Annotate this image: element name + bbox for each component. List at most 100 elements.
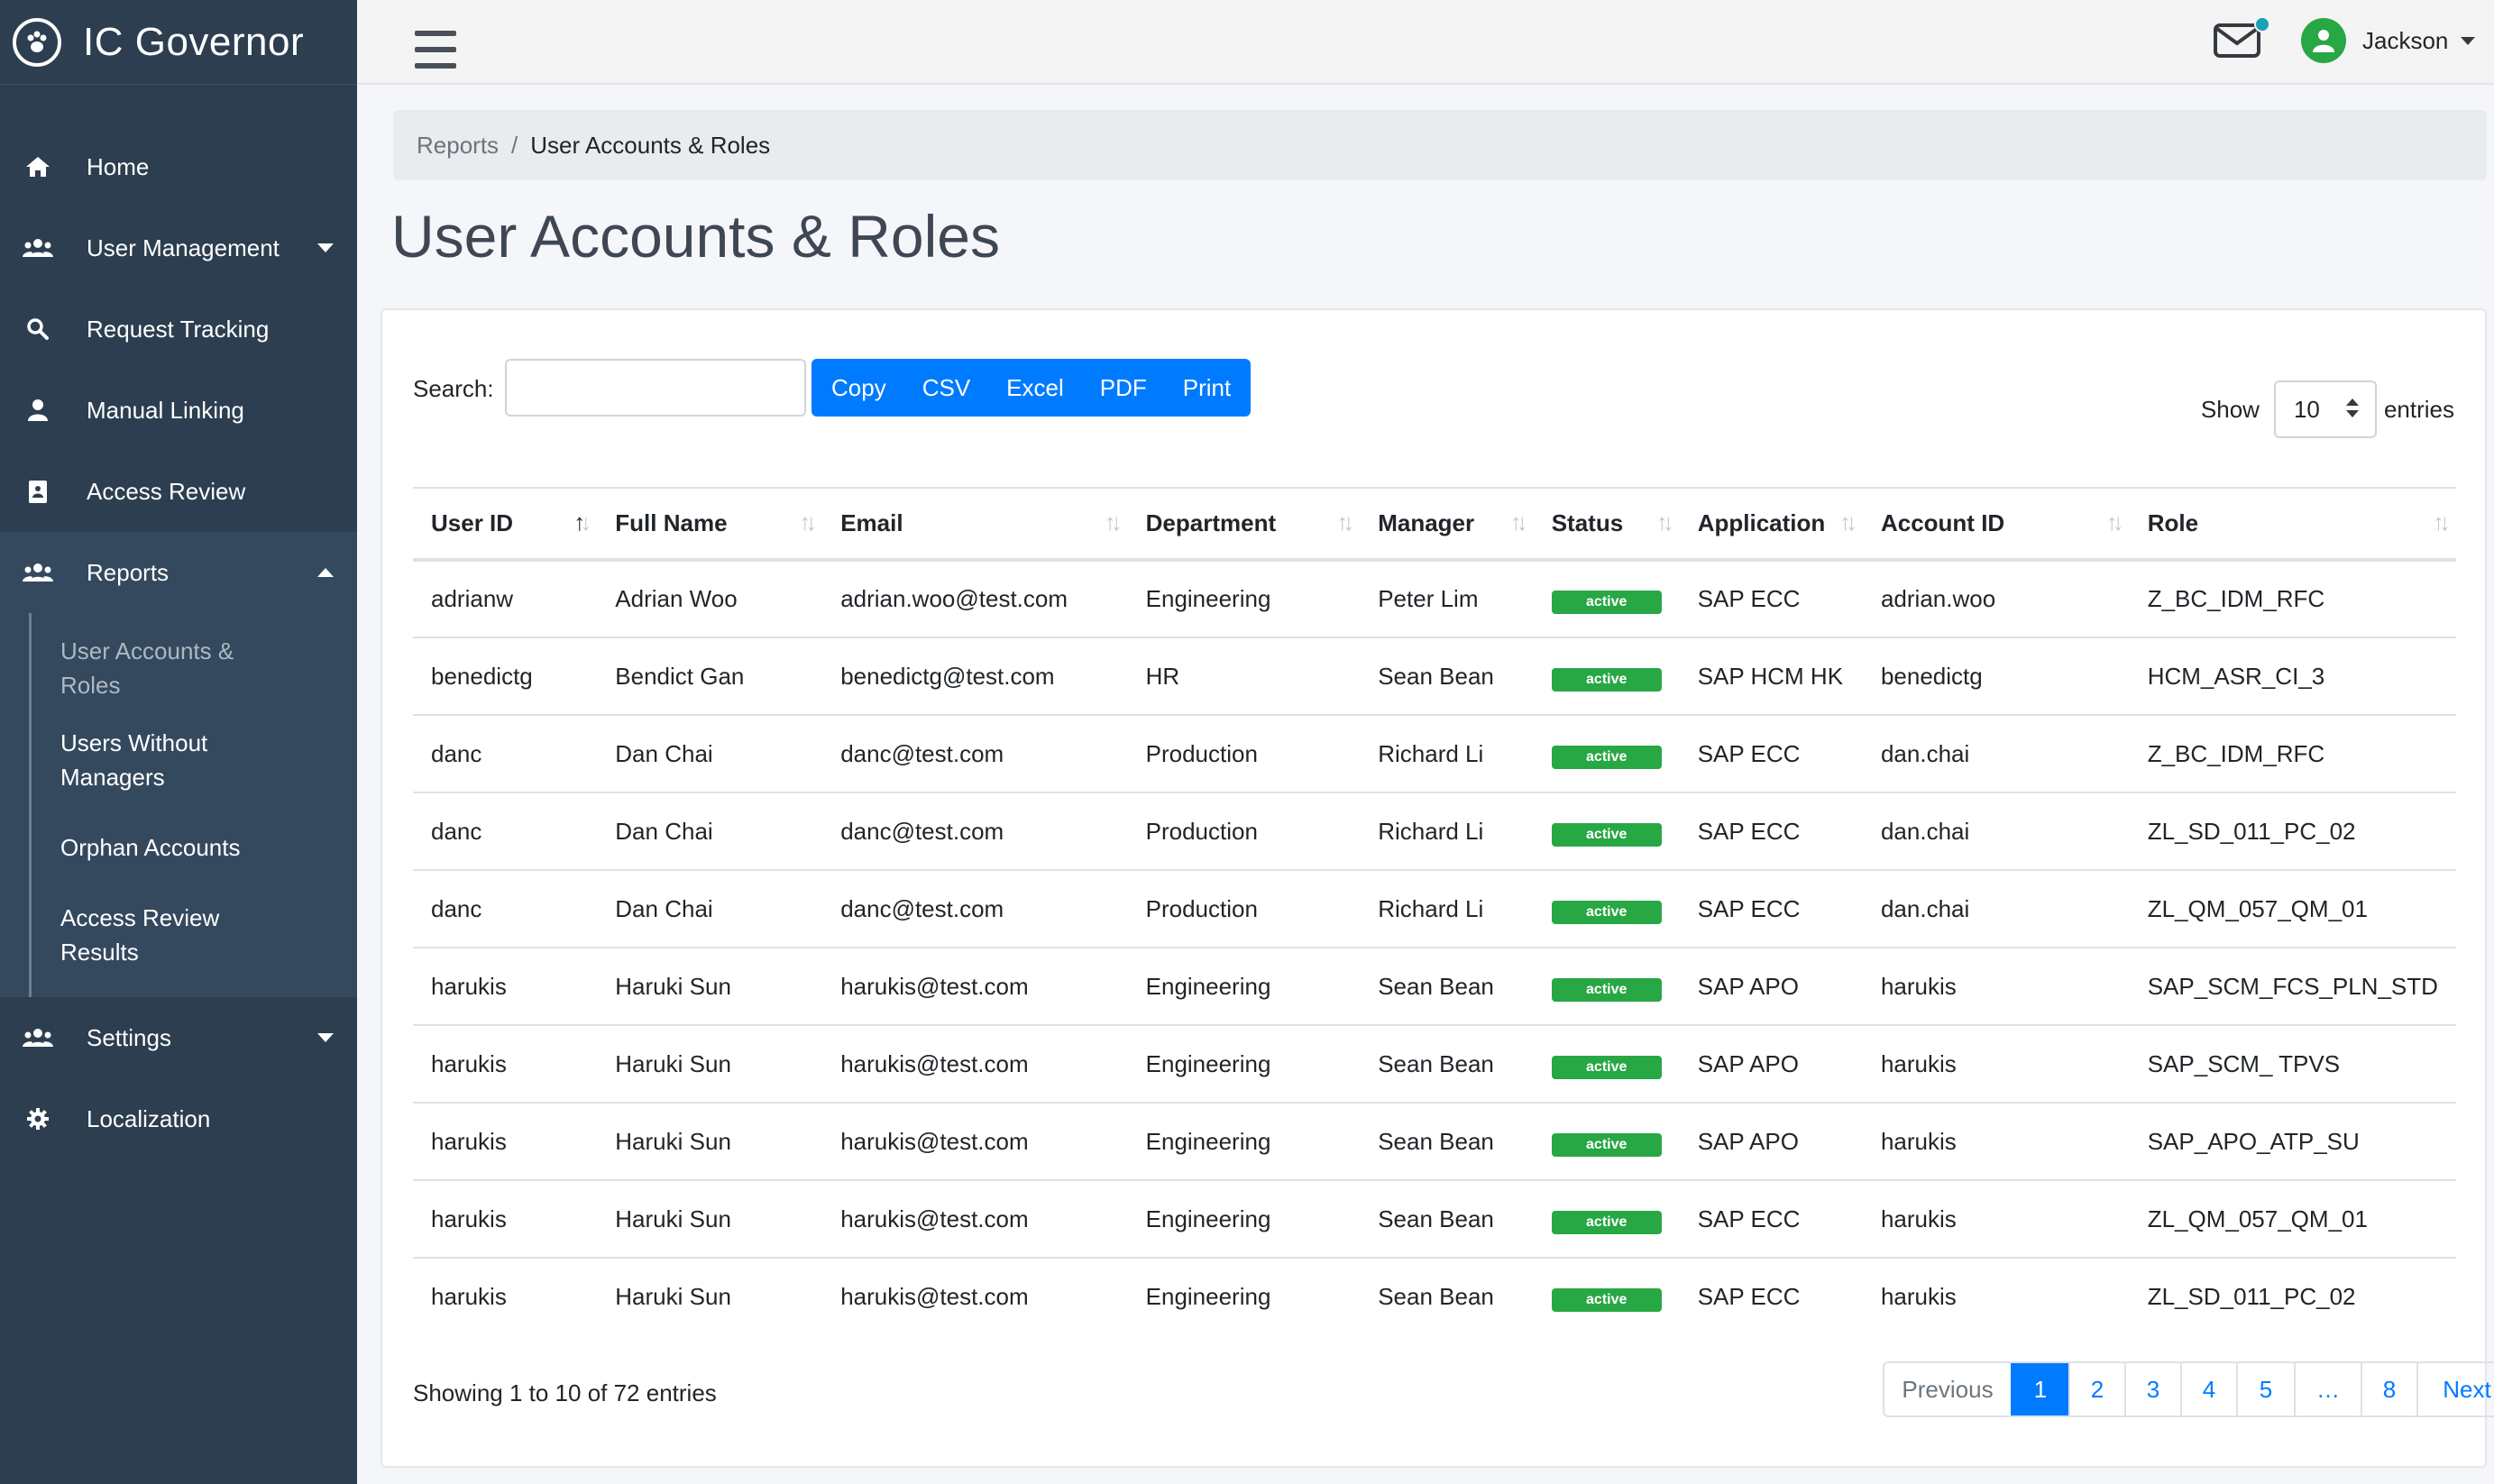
- excel-button[interactable]: Excel: [988, 359, 1082, 417]
- chevron-up-icon: [317, 568, 334, 577]
- table-cell: active: [1533, 637, 1680, 716]
- table-cell: Richard Li: [1360, 792, 1534, 871]
- table-cell: dan.chai: [1862, 870, 2130, 948]
- pdf-button[interactable]: PDF: [1082, 359, 1165, 417]
- column-header[interactable]: Status ↑↓: [1533, 487, 1680, 562]
- table-cell: SAP_APO_ATP_SU: [2129, 1103, 2456, 1181]
- sidebar-subitem-label: Access Review Results: [60, 904, 220, 966]
- table-cell: Sean Bean: [1360, 1103, 1534, 1181]
- next-button[interactable]: Next: [2416, 1363, 2494, 1415]
- table-cell: ZL_QM_057_QM_01: [2129, 870, 2456, 948]
- brand[interactable]: IC Governor: [0, 0, 357, 85]
- table-cell: harukis: [413, 1103, 598, 1181]
- table-cell: SAP_SCM_FCS_PLN_STD: [2129, 948, 2456, 1026]
- breadcrumb-separator: /: [511, 131, 518, 159]
- breadcrumb: Reports / User Accounts & Roles: [393, 110, 2487, 180]
- export-button-group: Copy CSV Excel PDF Print: [811, 359, 1252, 417]
- column-header[interactable]: User ID ↑↓: [413, 487, 598, 562]
- table-cell: Sean Bean: [1378, 1283, 1494, 1310]
- column-header-label: Account ID: [1880, 509, 2005, 536]
- table-cell: benedictg: [1862, 637, 2130, 716]
- table-cell: Adrian Woo: [597, 560, 823, 638]
- table-cell: dan.chai: [1862, 792, 2130, 871]
- sidebar-subitem-users-without-managers[interactable]: Users Without Managers: [3, 714, 357, 806]
- users-icon: [20, 234, 56, 261]
- gear-icon: [20, 1105, 56, 1132]
- sidebar-nav: Home User Management Request Tracking Ma…: [0, 126, 357, 1159]
- chevron-down-icon: [317, 243, 334, 252]
- page-button[interactable]: 5: [2236, 1363, 2294, 1415]
- column-header[interactable]: Role ↑↓: [2129, 487, 2456, 562]
- search-input[interactable]: [505, 359, 806, 417]
- sort-icon: ↑↓: [2433, 508, 2451, 536]
- table-cell: Sean Bean: [1360, 1025, 1534, 1104]
- column-header-label: Application: [1697, 509, 1826, 536]
- mail-icon[interactable]: [2213, 16, 2270, 63]
- user-name: Jackson: [2362, 26, 2449, 54]
- sort-icon: ↑↓: [2105, 508, 2124, 536]
- print-button[interactable]: Print: [1165, 359, 1251, 417]
- page-button[interactable]: 8: [2361, 1363, 2416, 1415]
- table-cell: harukis: [413, 1180, 598, 1259]
- page-button[interactable]: 4: [2180, 1363, 2236, 1415]
- table-row: danc Dan Chai danc@test.com Production Richa…: [413, 715, 2456, 793]
- sidebar-item-request-tracking[interactable]: Request Tracking: [0, 289, 357, 370]
- column-header[interactable]: Account ID ↑↓: [1862, 487, 2130, 562]
- column-header-label: Role: [2147, 509, 2199, 536]
- table-cell: Z_BC_IDM_RFC: [2129, 560, 2456, 638]
- sidebar-item-localization[interactable]: Localization: [0, 1078, 357, 1159]
- page-button[interactable]: 1: [2011, 1363, 2068, 1415]
- column-header[interactable]: Department ↑↓: [1127, 487, 1361, 562]
- table-cell: danc: [413, 792, 598, 871]
- column-header[interactable]: Application ↑↓: [1679, 487, 1863, 562]
- table-cell: harukis: [413, 1025, 598, 1104]
- table-cell: Haruki Sun: [597, 1180, 823, 1259]
- sidebar-item-settings[interactable]: Settings: [0, 997, 357, 1078]
- users-icon: [20, 1024, 56, 1051]
- table-cell: Production: [1127, 792, 1361, 871]
- page-button[interactable]: 3: [2124, 1363, 2180, 1415]
- table-cell: Bendict Gan: [597, 637, 823, 716]
- column-header[interactable]: Full Name ↑↓: [597, 487, 823, 562]
- sidebar-subitem-access-review-results[interactable]: Access Review Results: [3, 889, 357, 981]
- table-cell: harukis: [1880, 1283, 1957, 1310]
- table-cell: SAP_SCM_ TPVS: [2129, 1025, 2456, 1104]
- sidebar-item-reports[interactable]: Reports: [0, 532, 357, 613]
- table-cell: harukis: [1862, 948, 2130, 1026]
- previous-button[interactable]: Previous: [1884, 1363, 2011, 1415]
- select-arrows-icon: [2345, 398, 2359, 417]
- sidebar-item-home[interactable]: Home: [0, 126, 357, 207]
- sidebar-item-user-management[interactable]: User Management: [0, 207, 357, 289]
- menu-toggle-icon[interactable]: [415, 31, 456, 69]
- report-card: Search: Copy CSV Excel PDF Print Show 10…: [381, 308, 2494, 1468]
- user-menu[interactable]: Jackson: [2301, 16, 2476, 65]
- table-cell: harukis: [1862, 1103, 2130, 1181]
- table-cell: Richard Li: [1360, 870, 1534, 948]
- clipboard-icon: [20, 478, 56, 505]
- table-row: harukis Haruki Sun harukis@test.com Enginee…: [413, 948, 2456, 1026]
- csv-button[interactable]: CSV: [904, 359, 988, 417]
- sidebar-subitem-label: User Accounts & Roles: [60, 637, 234, 699]
- sort-icon: ↑↓: [1336, 508, 1354, 536]
- table-cell: Haruki Sun: [597, 948, 823, 1026]
- page-button[interactable]: 2: [2068, 1363, 2124, 1415]
- breadcrumb-reports-link[interactable]: Reports: [417, 132, 499, 160]
- sidebar-item-label: Reports: [87, 558, 170, 586]
- column-header[interactable]: Email ↑↓: [822, 487, 1128, 562]
- table-cell: Engineering: [1127, 1180, 1361, 1259]
- column-header[interactable]: Manager ↑↓: [1360, 487, 1534, 562]
- entries-select[interactable]: 10: [2273, 380, 2377, 438]
- sidebar-item-manual-linking[interactable]: Manual Linking: [0, 370, 357, 451]
- table-cell: harukis@test.com: [822, 1103, 1128, 1181]
- table-cell: HCM_ASR_CI_3: [2129, 637, 2456, 716]
- table-cell: Sean Bean: [1360, 1180, 1534, 1259]
- sidebar-subitem-orphan-accounts[interactable]: Orphan Accounts: [3, 806, 357, 889]
- copy-button[interactable]: Copy: [811, 359, 904, 417]
- table-cell: active: [1533, 792, 1680, 871]
- sort-icon: ↑↓: [799, 508, 817, 536]
- status-badge: active: [1551, 1132, 1662, 1157]
- sidebar-subitem-user-accounts-roles[interactable]: User Accounts & Roles: [3, 622, 357, 714]
- sidebar-item-access-review[interactable]: Access Review: [0, 451, 357, 532]
- sidebar-item-label: Access Review: [87, 477, 246, 505]
- table-cell: harukis@test.com: [822, 1180, 1128, 1259]
